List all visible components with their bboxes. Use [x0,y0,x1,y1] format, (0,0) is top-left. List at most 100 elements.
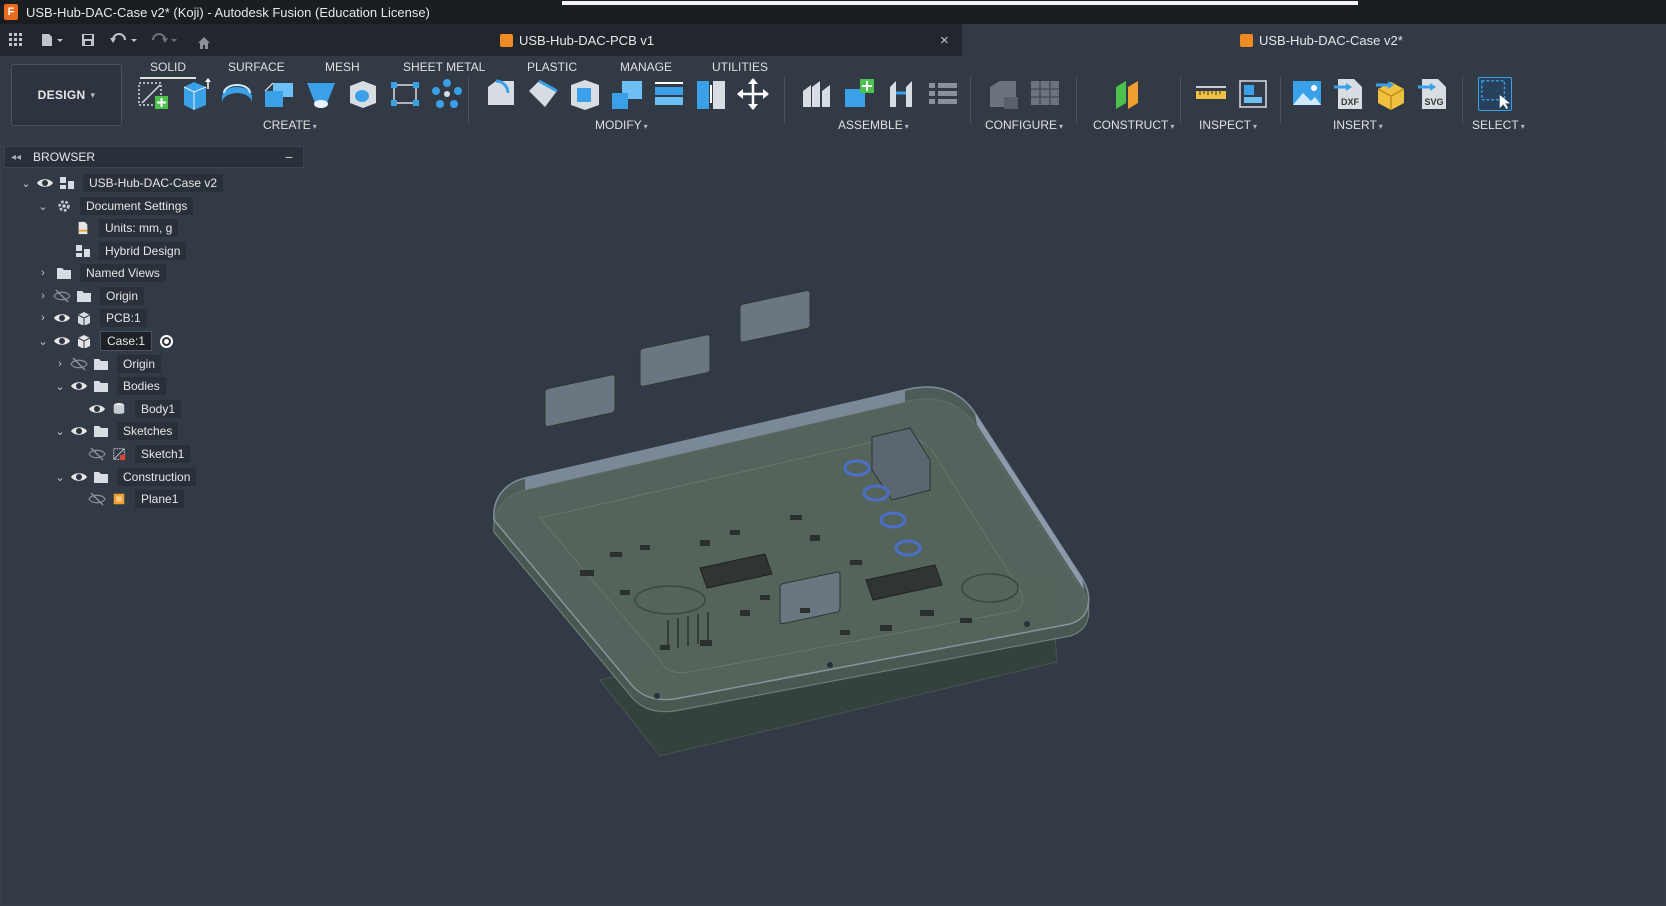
workspace-switcher[interactable]: DESIGN ▾ [11,64,122,126]
save-icon[interactable] [78,30,98,50]
hole-icon[interactable] [346,77,380,111]
new-component-icon[interactable] [800,77,834,111]
section-analysis-icon[interactable] [1236,77,1270,111]
bill-of-materials-icon[interactable] [926,77,960,111]
insert-dxf-icon[interactable]: DXF [1332,77,1366,111]
chevron-down-icon[interactable]: ⌄ [52,471,68,484]
fillet-icon[interactable] [526,77,560,111]
chevron-down-icon[interactable]: ⌄ [35,335,51,348]
tree-body1[interactable]: Body1 [86,398,182,420]
tab-plastic[interactable]: PLASTIC [527,60,577,74]
tab-utilities[interactable]: UTILITIES [712,60,768,74]
chevron-down-icon[interactable]: ⌄ [18,177,34,190]
tree-item-label: Construction [117,468,197,486]
insert-canvas-icon[interactable] [1290,77,1324,111]
close-tab-icon[interactable]: × [940,32,949,49]
insert-menu[interactable]: INSERT ▾ [1333,118,1383,132]
extrude-icon[interactable] [178,77,212,111]
inspect-menu[interactable]: INSPECT ▾ [1199,118,1257,132]
tree-case-origin[interactable]: › Origin [52,353,162,375]
tree-document-settings[interactable]: ⌄ Document Settings [35,195,194,217]
apps-grid-icon[interactable] [6,30,26,50]
eye-slash-icon[interactable] [53,289,71,303]
add-component-icon[interactable] [842,77,876,111]
press-pull-icon[interactable] [484,77,518,111]
insert-mcmaster-icon[interactable] [1374,77,1408,111]
file-menu-icon[interactable] [38,30,68,50]
sweep-icon[interactable] [262,77,296,111]
offset-plane-icon[interactable] [1112,77,1146,111]
tab-sheet-metal[interactable]: SHEET METAL [403,60,485,74]
chevron-down-icon[interactable]: ⌄ [35,200,51,213]
chevron-right-icon[interactable]: › [35,312,51,324]
tab-manage[interactable]: MANAGE [620,60,672,74]
chevron-right-icon[interactable]: › [35,290,51,302]
browser-panel-header[interactable]: ◂◂ BROWSER − [4,146,304,168]
3d-viewport[interactable] [0,140,1666,906]
tab-case-label: USB-Hub-DAC-Case v2* [1259,32,1403,48]
create-sketch-icon[interactable] [136,77,170,111]
move-icon[interactable] [736,77,770,111]
eye-slash-icon[interactable] [88,492,106,506]
eye-icon[interactable] [53,334,71,348]
tree-sketches[interactable]: ⌄ Sketches [52,420,179,442]
construct-menu[interactable]: CONSTRUCT ▾ [1093,118,1174,132]
tree-root[interactable]: ⌄ USB-Hub-DAC-Case v2 [18,172,224,194]
tab-mesh[interactable]: MESH [325,60,360,74]
activate-component-radio[interactable] [160,334,174,348]
tree-plane1[interactable]: Plane1 [86,488,185,510]
tab-case[interactable]: USB-Hub-DAC-Case v2* [962,24,1666,56]
measure-icon[interactable] [1194,77,1228,111]
offset-face-icon[interactable] [652,77,686,111]
chevron-down-icon[interactable]: ⌄ [52,380,68,393]
eye-icon[interactable] [70,424,88,438]
chevron-down-icon[interactable]: ⌄ [52,425,68,438]
eye-icon[interactable] [36,176,54,190]
toolbar-separator [1462,76,1463,124]
shell-icon[interactable] [568,77,602,111]
eye-icon[interactable] [70,470,88,484]
eye-icon[interactable] [53,311,71,325]
eye-icon[interactable] [88,402,106,416]
modify-menu[interactable]: MODIFY ▾ [595,118,648,132]
create-menu[interactable]: CREATE ▾ [263,118,317,132]
collapse-panel-icon[interactable]: ◂◂ [11,152,21,163]
configuration-table-icon[interactable] [1028,77,1062,111]
select-menu[interactable]: SELECT ▾ [1472,118,1525,132]
loft-icon[interactable] [304,77,338,111]
eye-slash-icon[interactable] [88,447,106,461]
insert-svg-icon[interactable]: SVG [1416,77,1450,111]
tree-item-label: Bodies [117,377,166,395]
eye-icon[interactable] [70,379,88,393]
tree-construction[interactable]: ⌄ Construction [52,466,197,488]
tree-case[interactable]: ⌄ Case:1 [35,330,174,352]
revolve-icon[interactable] [220,77,254,111]
tree-named-views[interactable]: › Named Views [35,262,166,284]
undo-icon[interactable] [108,30,142,50]
circular-pattern-icon[interactable] [430,77,464,111]
pcb-case-model[interactable] [493,289,1090,757]
chevron-right-icon[interactable]: › [35,267,51,279]
tab-surface[interactable]: SURFACE [228,60,285,74]
tree-hybrid-design[interactable]: Hybrid Design [70,240,187,262]
tree-sketch1[interactable]: Sketch1 [86,443,191,465]
select-icon[interactable] [1478,77,1512,111]
split-body-icon[interactable] [694,77,728,111]
tab-solid[interactable]: SOLID [139,60,197,79]
minimize-panel-icon[interactable]: − [285,149,293,165]
tree-origin[interactable]: › Origin [35,285,145,307]
eye-slash-icon[interactable] [70,357,88,371]
tree-units[interactable]: Units: mm, g [70,217,179,239]
rectangular-pattern-icon[interactable] [388,77,422,111]
tab-pcb[interactable]: USB-Hub-DAC-PCB v1 × [500,24,960,56]
configure-menu[interactable]: CONFIGURE ▾ [985,118,1063,132]
joint-icon[interactable] [884,77,918,111]
chevron-right-icon[interactable]: › [52,358,68,370]
tree-pcb[interactable]: › PCB:1 [35,307,147,329]
tree-bodies[interactable]: ⌄ Bodies [52,375,166,397]
combine-icon[interactable] [610,77,644,111]
redo-icon[interactable] [148,30,182,50]
configure-icon[interactable] [986,77,1020,111]
home-icon[interactable] [194,33,214,53]
assemble-menu[interactable]: ASSEMBLE ▾ [838,118,909,132]
